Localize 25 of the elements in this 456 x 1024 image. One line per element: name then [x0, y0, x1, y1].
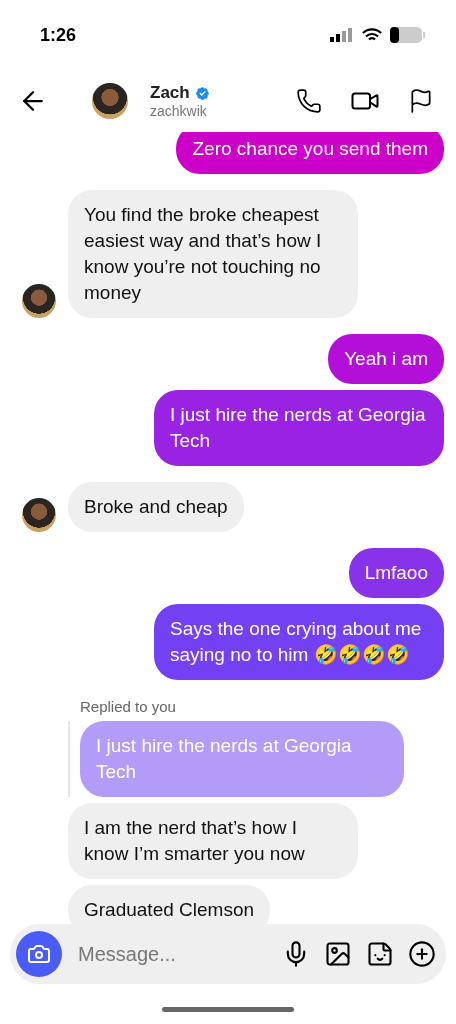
avatar [92, 83, 128, 119]
add-button[interactable] [408, 940, 436, 968]
call-button[interactable] [296, 88, 322, 114]
message-bubble: I am the nerd that’s how I know I’m smarter you now [68, 803, 358, 879]
sticker-button[interactable] [366, 940, 394, 968]
battery-icon [390, 26, 426, 44]
camera-icon [27, 942, 51, 966]
gallery-button[interactable] [324, 940, 352, 968]
wifi-icon [362, 27, 382, 43]
message-bubble: You find the broke cheapest easiest way and that’s how I know you’re not touching no money [68, 190, 358, 318]
contact-name: Zach [150, 83, 190, 103]
message-input[interactable]: Message... [76, 941, 268, 967]
camera-button[interactable] [16, 931, 62, 977]
signal-icon [330, 28, 354, 42]
message-bubble: Zero chance you send them [176, 132, 444, 174]
message-bubble: Lmfaoo [348, 548, 444, 598]
message-bubble: Yeah i am [328, 334, 444, 384]
quoted-message: I just hire the nerds at Georgia Tech [80, 721, 404, 797]
flag-button[interactable] [408, 88, 434, 114]
username: zachkwik [150, 103, 208, 119]
status-time: 1:26 [40, 24, 77, 46]
reply-label: Replied to you [80, 698, 177, 715]
message-bubble: I just hire the nerds at Georgia Tech [154, 390, 444, 466]
message-bubble: Says the one crying about me saying no to him 🤣🤣🤣🤣 [154, 604, 444, 680]
message-bubble: Broke and cheap [68, 482, 244, 532]
